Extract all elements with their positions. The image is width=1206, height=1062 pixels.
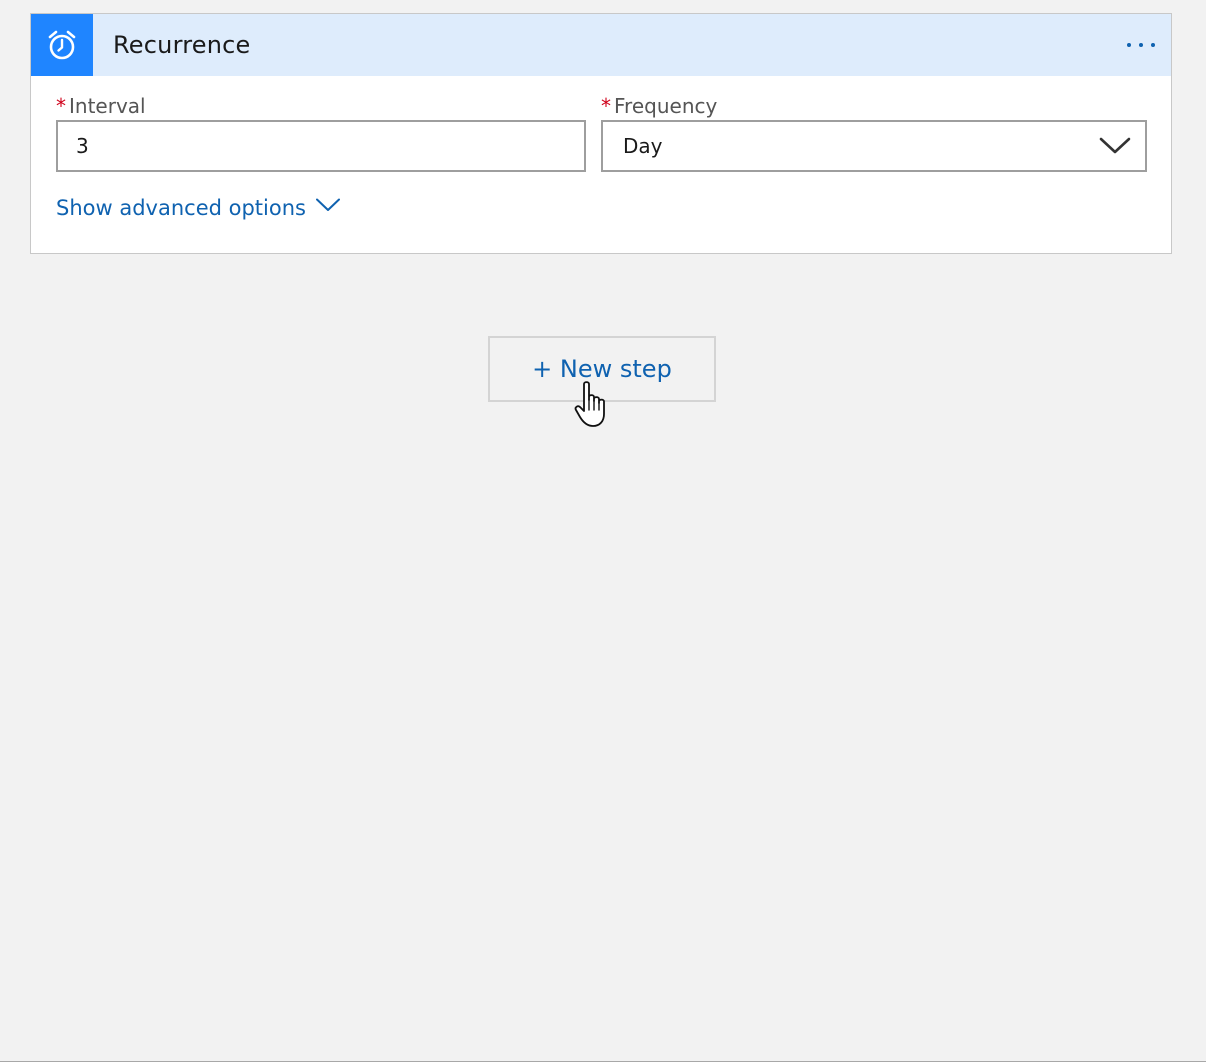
- chevron-down-icon: [315, 198, 340, 211]
- recurrence-icon-tile: [31, 14, 93, 76]
- required-marker: *: [56, 94, 66, 118]
- frequency-label-text: Frequency: [614, 94, 718, 118]
- new-step-button[interactable]: + New step: [488, 336, 716, 402]
- show-advanced-options-link[interactable]: Show advanced options: [56, 196, 340, 220]
- alarm-clock-icon: [48, 30, 76, 60]
- recurrence-trigger-card: Recurrence *Interval *Frequency Day Show…: [30, 13, 1172, 254]
- card-title: Recurrence: [113, 31, 251, 59]
- interval-label-text: Interval: [69, 94, 146, 118]
- frequency-selected-value: Day: [623, 134, 663, 158]
- frequency-dropdown[interactable]: Day: [601, 120, 1147, 172]
- show-advanced-options-label: Show advanced options: [56, 196, 306, 220]
- interval-label: * Interval: [56, 94, 146, 118]
- ellipsis-icon: [1127, 43, 1155, 47]
- interval-input[interactable]: [56, 120, 586, 172]
- card-header[interactable]: Recurrence: [31, 14, 1171, 76]
- more-options-button[interactable]: [1123, 30, 1159, 60]
- frequency-label: * Frequency: [601, 94, 717, 118]
- required-marker: *: [601, 94, 611, 118]
- chevron-down-icon: [1099, 137, 1131, 154]
